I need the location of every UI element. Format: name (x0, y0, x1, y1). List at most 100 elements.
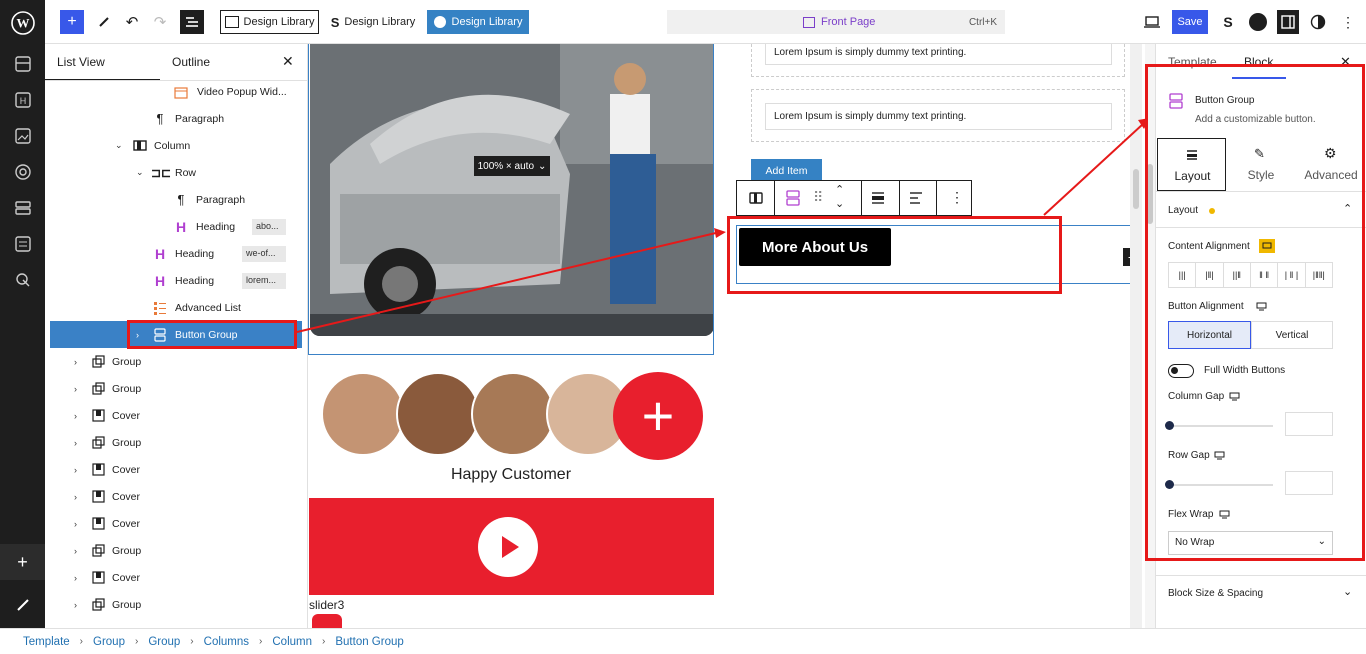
image-size-dropdown[interactable]: 100% × auto ⌄ (474, 156, 550, 176)
list-icon[interactable] (12, 233, 34, 255)
play-icon[interactable] (478, 517, 538, 577)
wordpress-logo-icon[interactable]: W (0, 0, 45, 45)
list-item[interactable]: H Heading lorem... (50, 267, 302, 294)
row-icon: ⊐⊏ (150, 165, 172, 180)
mechanic-car-image[interactable]: 100% × auto ⌄ (310, 44, 714, 336)
list-item-label: Heading (175, 247, 215, 260)
heading-icon: H (175, 218, 187, 235)
block-inserter-button[interactable]: + (60, 10, 84, 34)
move-up-down-icon[interactable]: ⌃ ⌄ (835, 183, 844, 211)
image-size-value: 100% × auto (477, 160, 535, 172)
video-block[interactable] (309, 498, 714, 595)
list-item-label: Group (112, 355, 142, 368)
pointer-icon[interactable] (12, 269, 34, 291)
list-item[interactable]: › Group (50, 348, 302, 375)
list-item-label: Cover (112, 463, 141, 476)
list-item[interactable]: ⌄ Column (50, 132, 302, 159)
list-item[interactable]: › Cover (50, 402, 302, 429)
page-icon (803, 16, 815, 28)
heading-icon: H (154, 272, 166, 289)
list-item[interactable]: Advanced List (50, 294, 302, 321)
stack-icon[interactable] (12, 197, 34, 219)
chevron-down-icon[interactable]: ⌄ (1343, 585, 1352, 598)
anchor-badge: we-of... (242, 245, 286, 262)
chevron-down-icon[interactable]: ⌄ (115, 140, 125, 151)
customer-avatar (321, 372, 405, 456)
target-icon[interactable] (12, 161, 34, 183)
redo-icon[interactable]: ↷ (149, 10, 171, 34)
list-item[interactable]: › Cover (50, 456, 302, 483)
lorem-text-item[interactable]: Lorem Ipsum is simply dummy text printin… (765, 44, 1112, 65)
breadcrumb: Template › Group › Group › Columns › Column ›… (0, 628, 1366, 654)
breadcrumb-item[interactable]: Column (272, 636, 312, 648)
list-item[interactable]: › Group (50, 591, 302, 618)
stackable-logo-icon[interactable]: S (1217, 10, 1239, 34)
parent-block-icon[interactable] (737, 181, 775, 215)
heading-icon[interactable]: H (12, 89, 34, 111)
add-icon[interactable]: + (0, 544, 45, 580)
highlight-box (727, 216, 1062, 294)
list-item[interactable]: ¶ Paragraph (50, 105, 302, 132)
library-icon (224, 16, 239, 28)
add-customer-icon[interactable]: + (613, 372, 703, 460)
document-overview-icon[interactable] (180, 10, 204, 34)
breadcrumb-item[interactable]: Button Group (335, 636, 403, 648)
anchor-badge: abo... (252, 218, 286, 235)
options-menu-icon[interactable]: ⋮ (1337, 10, 1359, 34)
undo-icon[interactable]: ↶ (121, 10, 143, 34)
pen-icon[interactable] (0, 590, 45, 620)
styles-icon[interactable] (1307, 10, 1329, 34)
slider-label: slider3 (309, 598, 345, 612)
layout-icon[interactable] (12, 53, 34, 75)
chevron-down-icon[interactable]: ⌄ (136, 167, 146, 178)
cover-icon (90, 408, 106, 424)
settings-sidebar-icon[interactable] (1277, 10, 1299, 34)
list-item[interactable]: › Cover (50, 510, 302, 537)
design-library-button-3[interactable]: Design Library (427, 10, 529, 34)
list-item-frame: Lorem Ipsum is simply dummy text printin… (751, 89, 1125, 142)
desktop-preview-icon[interactable] (1141, 10, 1163, 34)
drag-handle-icon[interactable]: ⠿ (813, 189, 823, 206)
list-item[interactable]: › Group (50, 429, 302, 456)
editor-sidebar: W H + (0, 0, 45, 628)
save-button[interactable]: Save (1172, 10, 1208, 34)
advanced-list-icon (152, 300, 168, 316)
video-popup-icon (173, 84, 189, 100)
command-palette-bar[interactable]: Front Page Ctrl+K (667, 10, 1005, 34)
list-item-label: Advanced List (175, 301, 241, 314)
justify-left-icon[interactable] (909, 191, 923, 208)
list-item-label: Group (112, 544, 142, 557)
breadcrumb-item[interactable]: Group (93, 636, 125, 648)
button-group-icon[interactable] (785, 190, 801, 209)
lorem-text-item[interactable]: Lorem Ipsum is simply dummy text printin… (765, 103, 1112, 130)
list-item[interactable]: ⌄ ⊐⊏ Row (50, 159, 302, 186)
design-library-button-1[interactable]: Design Library (220, 10, 319, 34)
design-library-label: Design Library (451, 16, 523, 28)
group-icon (90, 354, 106, 370)
list-item[interactable]: ¶ Paragraph (50, 186, 302, 213)
list-item[interactable]: › Group (50, 375, 302, 402)
list-item[interactable]: › Group (50, 537, 302, 564)
align-icon[interactable] (871, 191, 885, 208)
list-item[interactable]: › Cover (50, 483, 302, 510)
tab-outline[interactable]: Outline (172, 55, 210, 69)
tab-list-view[interactable]: List View (57, 55, 105, 69)
breadcrumb-item[interactable]: Group (148, 636, 180, 648)
list-item[interactable]: › Cover (50, 564, 302, 591)
more-options-icon[interactable]: ⋮ (950, 189, 964, 206)
close-icon[interactable]: ✕ (282, 53, 294, 70)
design-library-button-2[interactable]: S Design Library (328, 10, 418, 34)
list-item[interactable]: H Heading abo... (50, 213, 302, 240)
scrollbar-thumb[interactable] (1133, 169, 1139, 209)
shortcut-hint: Ctrl+K (968, 16, 997, 28)
kadence-logo-icon[interactable] (1247, 10, 1269, 34)
breadcrumb-item[interactable]: Columns (204, 636, 249, 648)
canvas-scrollbar[interactable] (1130, 44, 1142, 628)
list-item[interactable]: Video Popup Wid... (50, 78, 302, 105)
block-size-section-title[interactable]: Block Size & Spacing (1168, 588, 1263, 599)
list-item[interactable]: H Heading we-of... (50, 240, 302, 267)
breadcrumb-item[interactable]: Template (23, 636, 70, 648)
edit-pen-icon[interactable] (93, 10, 115, 34)
media-icon[interactable] (12, 125, 34, 147)
paragraph-icon: ¶ (177, 192, 185, 207)
